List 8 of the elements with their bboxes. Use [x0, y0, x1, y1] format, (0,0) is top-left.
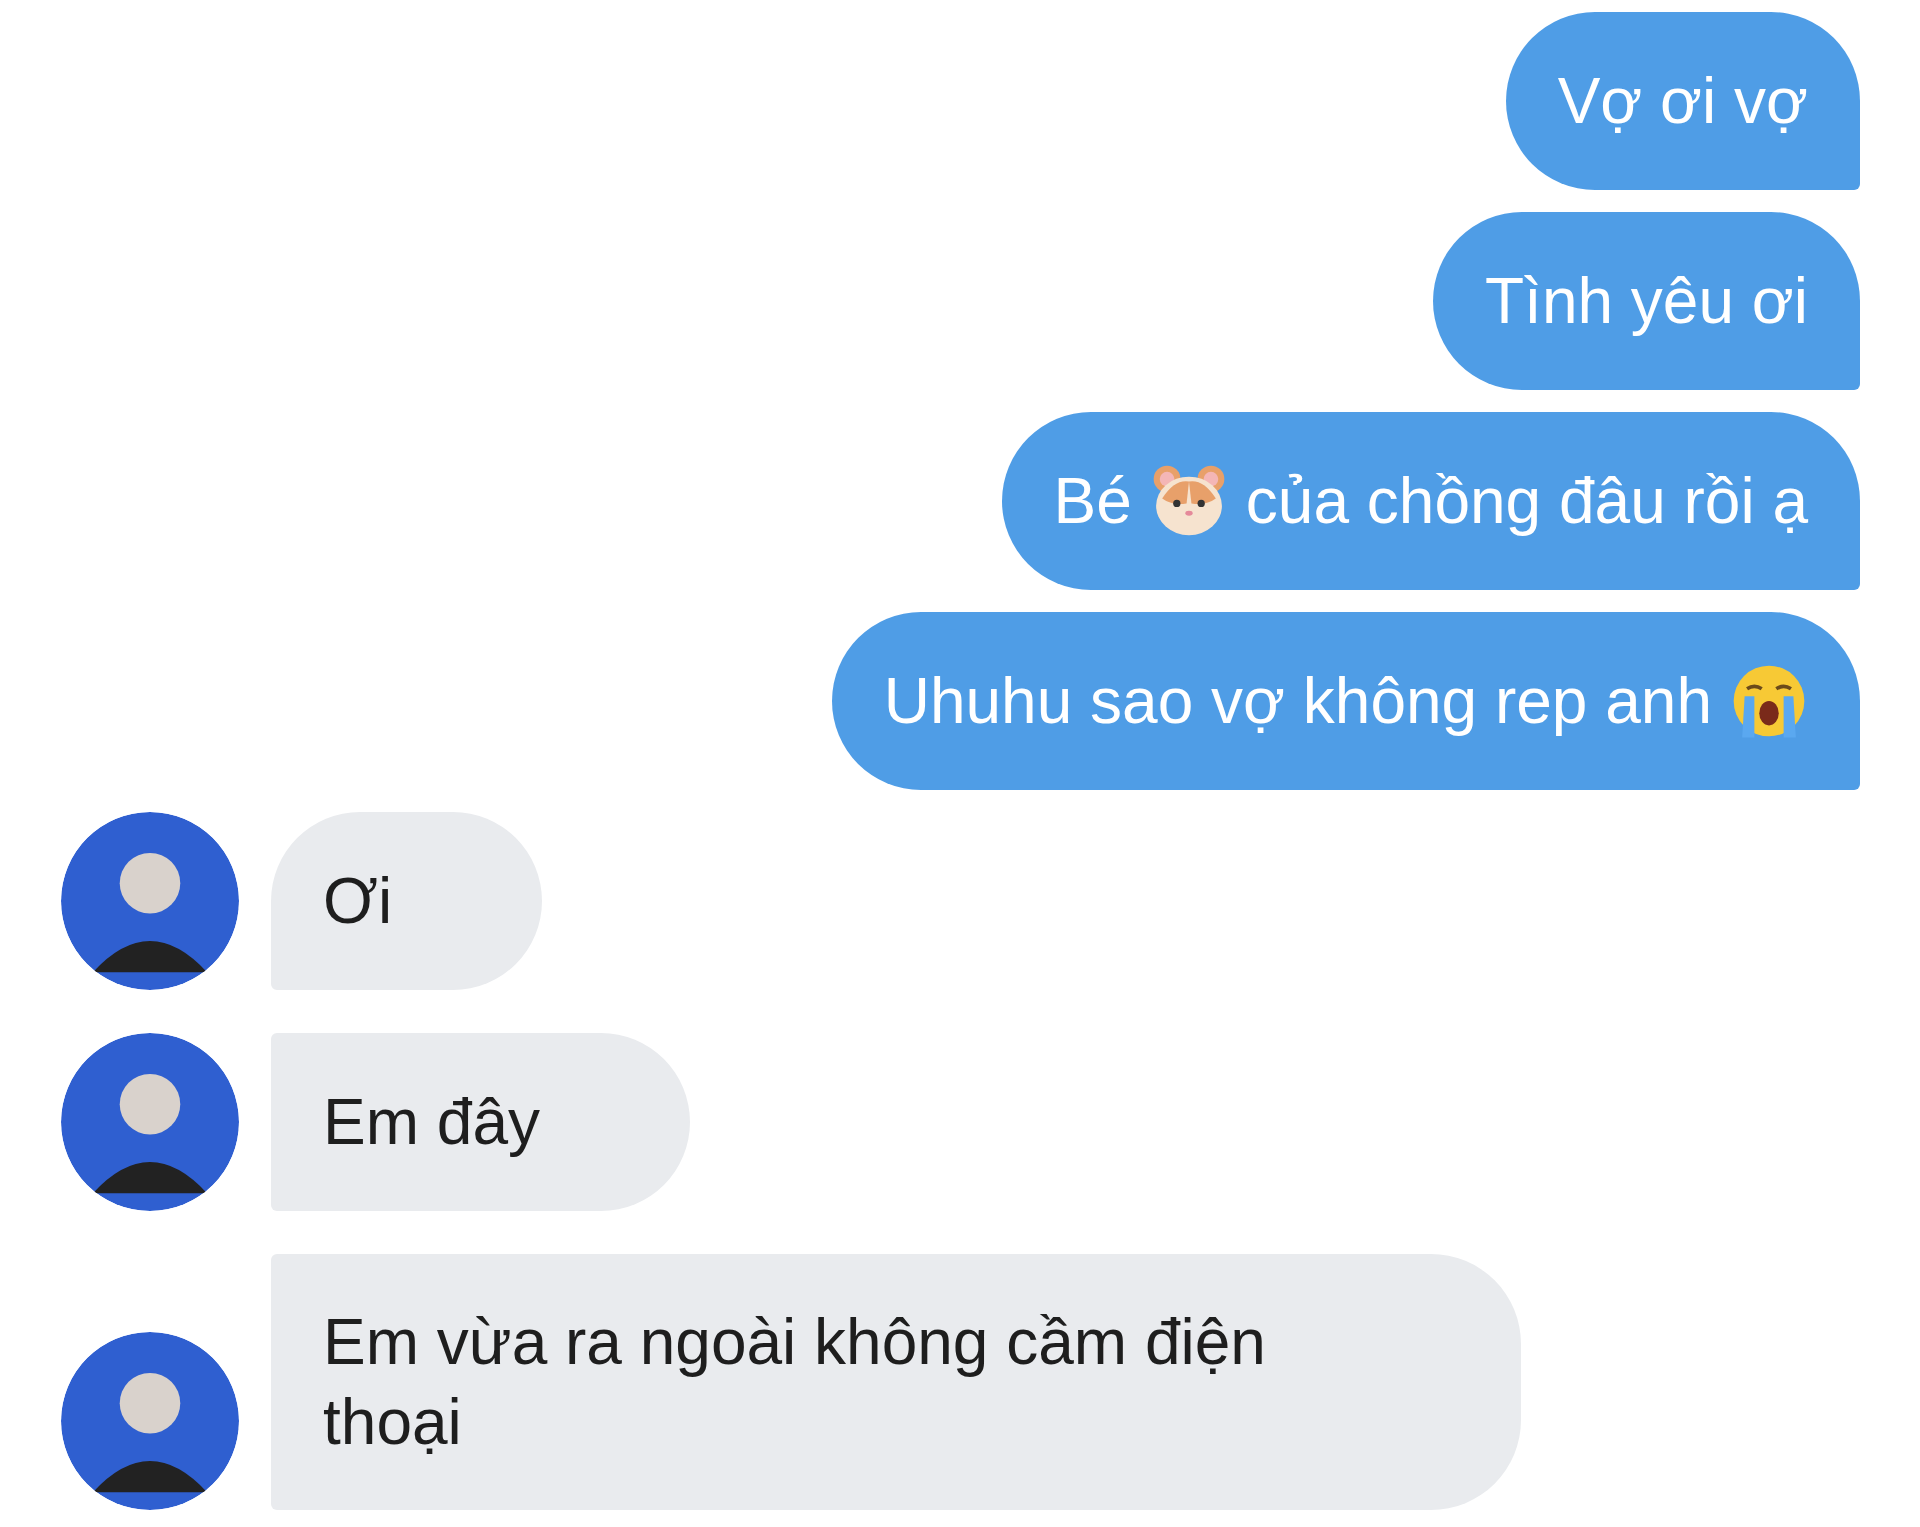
message-text: Tình yêu ơi	[1485, 264, 1808, 339]
message-text: Bé	[1053, 464, 1132, 539]
message-text: của chồng đâu rồi ạ	[1245, 464, 1808, 539]
message-text: Uhuhu sao vợ không rep anh	[883, 664, 1712, 739]
message-text: Em đây	[323, 1085, 540, 1160]
message-text: Vợ ơi vợ	[1557, 64, 1808, 139]
message-text: Ơi	[323, 864, 393, 939]
message-text: Em vừa ra ngoài không cầm điện thoại	[323, 1305, 1267, 1460]
